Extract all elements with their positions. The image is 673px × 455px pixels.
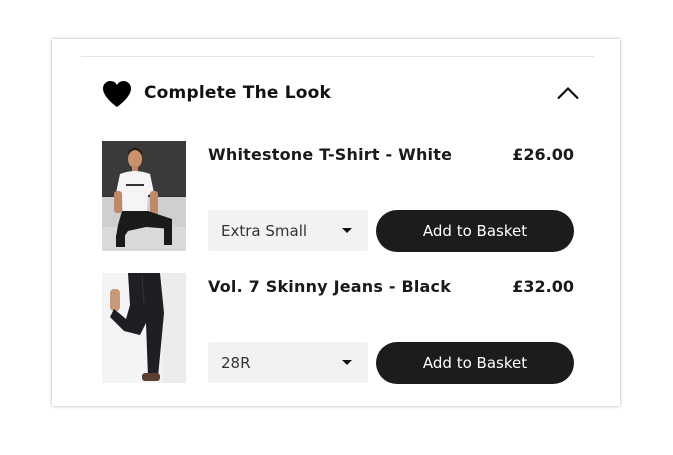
product-price: £32.00 (512, 277, 574, 296)
chevron-up-icon[interactable] (557, 86, 579, 100)
size-select[interactable]: 28R (208, 342, 368, 383)
product-item: Vol. 7 Skinny Jeans - Black £32.00 28R A… (102, 273, 574, 385)
product-name[interactable]: Vol. 7 Skinny Jeans - Black (208, 277, 451, 296)
section-header[interactable]: Complete The Look (102, 80, 582, 110)
add-to-basket-button[interactable]: Add to Basket (376, 342, 574, 384)
heart-icon (103, 81, 131, 107)
divider (81, 56, 594, 57)
section-title: Complete The Look (144, 83, 332, 103)
caret-down-icon (342, 360, 352, 365)
size-select-value: 28R (221, 354, 251, 372)
add-to-basket-button[interactable]: Add to Basket (376, 210, 574, 252)
complete-the-look-panel: Complete The Look Whitestone T-Shirt - W… (52, 39, 620, 406)
size-select[interactable]: Extra Small (208, 210, 368, 251)
product-item: Whitestone T-Shirt - White £26.00 Extra … (102, 141, 574, 253)
product-image-jeans[interactable] (102, 273, 186, 383)
size-select-value: Extra Small (221, 222, 308, 240)
caret-down-icon (342, 228, 352, 233)
product-price: £26.00 (512, 145, 574, 164)
product-name[interactable]: Whitestone T-Shirt - White (208, 145, 452, 164)
product-image-tshirt[interactable] (102, 141, 186, 251)
